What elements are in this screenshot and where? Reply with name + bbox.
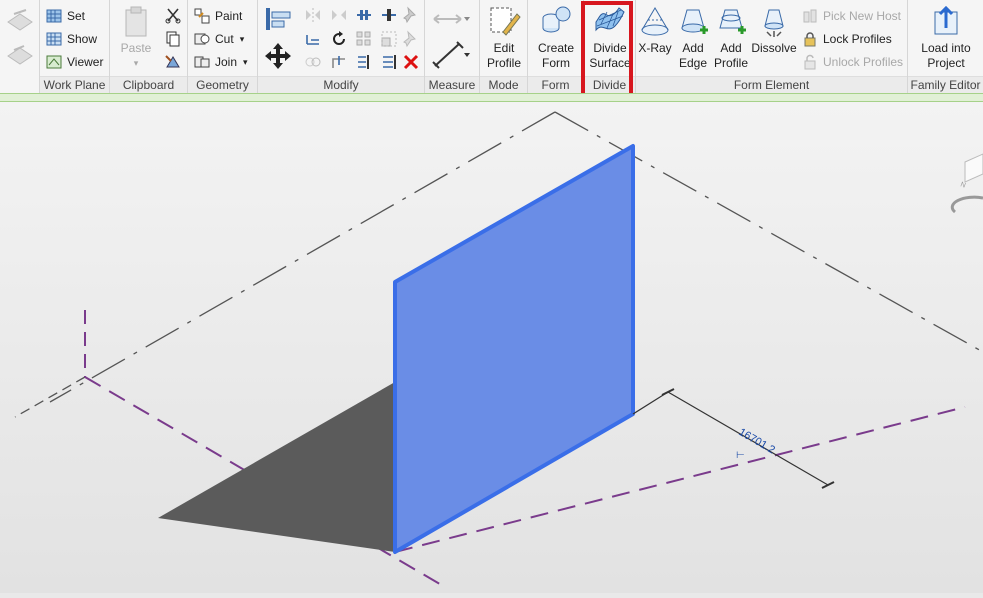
panel-title-family-editor: Family Editor: [908, 76, 983, 93]
workplane-icon: [7, 9, 33, 31]
cut-scissors-icon[interactable]: [164, 6, 182, 24]
set-button[interactable]: Set: [46, 6, 85, 26]
pin-icon[interactable]: [402, 6, 420, 24]
unpin-icon[interactable]: [402, 30, 420, 48]
extruded-surface[interactable]: [393, 144, 635, 554]
panel-title-modify: Modify: [258, 76, 424, 93]
scale-icon[interactable]: [380, 30, 398, 48]
ribbon: Set Show Viewer Work Plane Paste ▾ Clipb…: [0, 0, 983, 93]
show-grid-icon: [46, 32, 62, 46]
panel-title-clipboard: Clipboard: [110, 76, 187, 93]
measure-between-icon[interactable]: [431, 6, 471, 32]
aligned-dimension-icon[interactable]: [431, 40, 471, 70]
array-icon[interactable]: [355, 30, 373, 48]
show-button[interactable]: Show: [46, 29, 97, 49]
dissolve-icon: [764, 9, 784, 37]
options-bar: [0, 93, 983, 102]
trim-icon[interactable]: [330, 53, 348, 71]
panel-title-form: Form: [528, 76, 583, 93]
mirror-draw-icon[interactable]: [330, 6, 348, 24]
grid-icon: [46, 9, 62, 23]
workplane-icon-2: [7, 45, 33, 65]
panel-modify: Modify: [258, 0, 425, 93]
add-profile-button[interactable]: Add Profile: [712, 4, 750, 74]
paint-button[interactable]: Paint: [194, 6, 242, 26]
join-icon: [194, 56, 210, 68]
pick-new-host-icon: [803, 9, 817, 23]
divide-surface-highlight: [581, 1, 633, 98]
dimension-lock-glyph[interactable]: ⊢: [736, 450, 745, 461]
panel-form-element: X-Ray Add Edge Add Profile Dissolve Pick…: [636, 0, 908, 93]
panel-title-measure: Measure: [425, 76, 479, 93]
svg-text:N: N: [959, 181, 966, 189]
align-icon[interactable]: [264, 6, 292, 32]
pick-new-host-button[interactable]: Pick New Host: [802, 6, 901, 26]
viewport-canvas[interactable]: 16701.2 ⊢ N: [0, 102, 983, 593]
viewer-button[interactable]: Viewer: [46, 52, 103, 72]
join-button[interactable]: Join ▾: [194, 52, 248, 72]
panel-title-form-element: Form Element: [636, 76, 907, 93]
move-icon[interactable]: [264, 42, 292, 70]
edit-profile-icon: [490, 7, 521, 36]
panel-family-editor: Load into Project Family Editor: [908, 0, 983, 93]
reference-line-extension: [14, 376, 86, 418]
cut-geometry-icon: [194, 33, 210, 45]
cut-geometry-button[interactable]: Cut ▾: [194, 29, 244, 49]
panel-leading: [0, 0, 40, 93]
edit-profile-button[interactable]: Edit Profile: [484, 4, 524, 74]
xray-icon: [641, 7, 669, 36]
lock-profiles-button[interactable]: Lock Profiles: [802, 29, 892, 49]
lock-icon: [804, 32, 816, 47]
panel-clipboard: Paste ▾ Clipboard: [110, 0, 188, 93]
offset-icon[interactable]: [304, 30, 322, 48]
match-properties-icon[interactable]: [164, 53, 182, 71]
load-into-project-icon: [934, 5, 958, 35]
split-gap-icon[interactable]: [380, 6, 398, 24]
panel-title-work-plane: Work Plane: [40, 76, 109, 93]
dissolve-button[interactable]: Dissolve: [751, 4, 797, 74]
panel-title-mode: Mode: [480, 76, 527, 93]
panel-mode: Edit Profile Mode: [480, 0, 528, 93]
panel-title-geometry: Geometry: [188, 76, 257, 93]
paste-icon: [125, 6, 147, 37]
view-cube[interactable]: N: [950, 153, 983, 214]
paint-icon: [194, 8, 210, 24]
copy-icon[interactable]: [164, 30, 182, 48]
xray-button[interactable]: X-Ray: [638, 4, 672, 74]
trim-multiple-icon[interactable]: [355, 53, 373, 71]
add-edge-button[interactable]: Add Edge: [676, 4, 710, 74]
add-profile-icon: [719, 9, 746, 34]
mirror-pick-icon[interactable]: [304, 6, 322, 24]
unlock-profiles-button[interactable]: Unlock Profiles: [802, 52, 903, 72]
viewer-icon: [46, 55, 62, 69]
create-form-button[interactable]: Create Form: [534, 4, 578, 74]
split-icon[interactable]: [355, 6, 373, 24]
create-form-icon: [542, 6, 571, 33]
copy-element-icon[interactable]: [304, 53, 322, 71]
add-edge-icon: [681, 9, 708, 34]
paste-button[interactable]: Paste ▾: [116, 4, 156, 74]
load-into-project-button[interactable]: Load into Project: [916, 4, 976, 74]
panel-form: Create Form Form: [528, 0, 584, 93]
surface-shadow: [158, 382, 395, 552]
rotate-icon[interactable]: [330, 30, 348, 48]
unlock-icon: [804, 54, 816, 70]
panel-geometry: Paint Cut ▾ Join ▾ Geometry: [188, 0, 258, 93]
drawing-viewport[interactable]: 16701.2 ⊢ N: [0, 102, 983, 593]
extend-icon[interactable]: [380, 53, 398, 71]
panel-measure: Measure: [425, 0, 480, 93]
delete-icon[interactable]: [402, 53, 420, 71]
panel-work-plane: Set Show Viewer Work Plane: [40, 0, 110, 93]
